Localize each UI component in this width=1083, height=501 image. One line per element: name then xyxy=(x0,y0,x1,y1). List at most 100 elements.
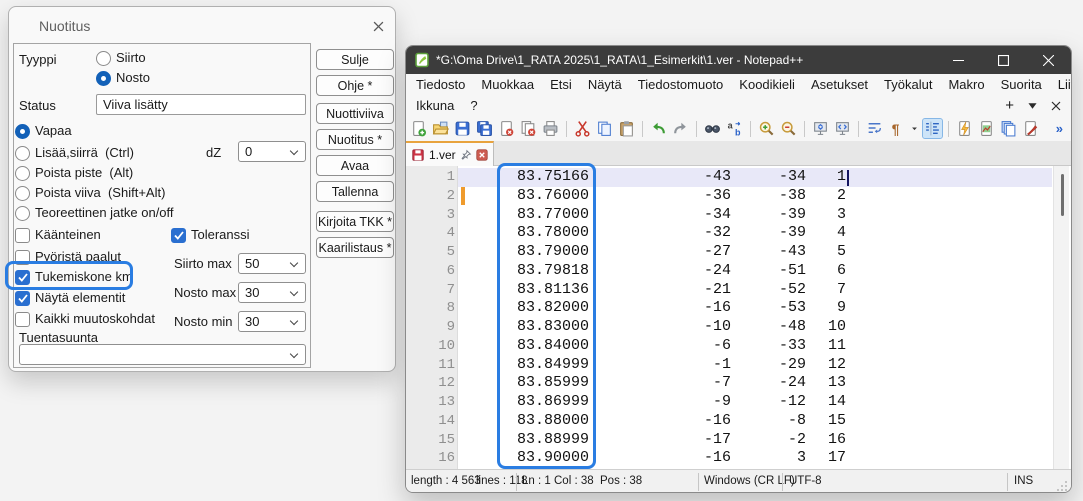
editor-line[interactable]: 83.84000-6-3311 xyxy=(458,337,1052,356)
open-folder-icon[interactable] xyxy=(431,119,450,138)
sync-vertical-icon[interactable] xyxy=(811,119,830,138)
nosto-max-combobox[interactable]: 30 xyxy=(238,282,306,303)
editor-line[interactable]: 83.79000-27-435 xyxy=(458,243,1052,262)
new-file-icon[interactable] xyxy=(409,119,428,138)
dz-combobox[interactable]: 0 xyxy=(238,141,306,162)
save-icon[interactable] xyxy=(453,119,472,138)
vertical-scrollbar[interactable] xyxy=(1053,166,1069,469)
type-radio-siirto[interactable] xyxy=(96,51,111,66)
menu-asetukset[interactable]: Asetukset xyxy=(803,74,876,95)
cut-icon[interactable] xyxy=(573,119,592,138)
editor-line[interactable]: 83.88999-17-216 xyxy=(458,431,1052,450)
type-radio-nosto[interactable] xyxy=(96,71,111,86)
checkbox-pyarista-paalut[interactable] xyxy=(15,250,30,265)
resize-grip-icon[interactable] xyxy=(1056,480,1068,492)
maximize-button[interactable] xyxy=(981,46,1026,74)
editor-line[interactable]: 83.78000-32-394 xyxy=(458,224,1052,243)
minimize-button[interactable] xyxy=(936,46,981,74)
editor-line[interactable]: 83.81136-21-527 xyxy=(458,281,1052,300)
line-number: 6 xyxy=(406,262,455,281)
menu-help[interactable]: ? xyxy=(462,95,485,116)
sync-horizontal-icon[interactable] xyxy=(833,119,852,138)
chars-dropdown-icon[interactable] xyxy=(909,119,920,138)
checkbox-nayta-elementit[interactable] xyxy=(15,291,30,306)
close-doc-icon[interactable] xyxy=(497,119,516,138)
status-field[interactable]: Viiva lisätty xyxy=(96,94,306,115)
show-all-chars-icon[interactable]: ¶ xyxy=(887,119,906,138)
zoom-in-icon[interactable] xyxy=(757,119,776,138)
nosto-min-combobox[interactable]: 30 xyxy=(238,311,306,332)
tuentasuunta-combobox[interactable] xyxy=(19,344,306,365)
status-insert-mode[interactable]: INS xyxy=(1014,475,1033,487)
menu-makro[interactable]: Makro xyxy=(940,74,992,95)
scrollbar-thumb[interactable] xyxy=(1061,174,1064,216)
editor-line[interactable]: 83.75166-43-341 xyxy=(458,168,1052,187)
menu-suorita[interactable]: Suorita xyxy=(993,74,1050,95)
menu-tyakalut[interactable]: Työkalut xyxy=(876,74,940,95)
tab-list-dropdown-icon[interactable] xyxy=(1028,102,1037,110)
checkbox-tukemiskone-km[interactable] xyxy=(15,270,30,285)
editor-line[interactable]: 83.82000-16-539 xyxy=(458,299,1052,318)
editor-line[interactable]: 83.83000-10-4810 xyxy=(458,318,1052,337)
editor-line[interactable]: 83.90000-16317 xyxy=(458,449,1052,468)
menu-tiedosto[interactable]: Tiedosto xyxy=(408,74,473,95)
editor-line[interactable]: 83.88000-16-815 xyxy=(458,412,1052,431)
siirto-max-combobox[interactable]: 50 xyxy=(238,253,306,274)
kirjoita-tkk-button[interactable]: Kirjoita TKK * xyxy=(316,211,394,232)
close-doc-icon[interactable] xyxy=(1051,101,1061,111)
find-icon[interactable] xyxy=(703,119,722,138)
word-wrap-icon[interactable] xyxy=(865,119,884,138)
plugin-chart-doc-icon[interactable] xyxy=(977,119,996,138)
plugin-lightning-doc-icon[interactable] xyxy=(955,119,974,138)
editor-line[interactable]: 83.79818-24-516 xyxy=(458,262,1052,281)
editor-line[interactable]: 83.86999-9-1214 xyxy=(458,393,1052,412)
checkbox-toleranssi[interactable] xyxy=(171,228,186,243)
tallenna-button[interactable]: Tallenna xyxy=(316,181,394,202)
sulje-button[interactable]: Sulje xyxy=(316,49,394,70)
mode-radio-lisaa-siirra-ctrl[interactable] xyxy=(15,146,30,161)
new-tab-plus-icon[interactable]: + xyxy=(1005,97,1014,114)
menu-etsi[interactable]: Etsi xyxy=(542,74,580,95)
editor-area[interactable]: 12345678910111213141516 83.75166-43-3418… xyxy=(406,166,1071,469)
menu-muokkaa[interactable]: Muokkaa xyxy=(473,74,542,95)
menu-nayta[interactable]: Näytä xyxy=(580,74,630,95)
plugin-doc-stack-icon[interactable] xyxy=(999,119,1018,138)
paste-icon[interactable] xyxy=(617,119,636,138)
save-all-icon[interactable] xyxy=(475,119,494,138)
print-icon[interactable] xyxy=(541,119,560,138)
undo-icon[interactable] xyxy=(649,119,668,138)
menu-koodikieli[interactable]: Koodikieli xyxy=(731,74,803,95)
redo-icon[interactable] xyxy=(671,119,690,138)
nuotitus-button[interactable]: Nuotitus * xyxy=(316,129,394,150)
replace-icon[interactable]: ab xyxy=(725,119,744,138)
kaarilistaus-button[interactable]: Kaarilistaus * xyxy=(316,237,394,258)
editor-line[interactable]: 83.84999-1-2912 xyxy=(458,356,1052,375)
ohje-button[interactable]: Ohje * xyxy=(316,75,394,96)
close-tab-icon[interactable] xyxy=(476,149,488,161)
npp-titlebar[interactable]: *G:\Oma Drive\1_RATA 2025\1_RATA\1_Esime… xyxy=(406,46,1071,74)
close-all-docs-icon[interactable] xyxy=(519,119,538,138)
zoom-out-icon[interactable] xyxy=(779,119,798,138)
editor-line[interactable]: 83.85999-7-2413 xyxy=(458,374,1052,393)
mode-radio-vapaa[interactable] xyxy=(15,124,30,139)
close-button[interactable] xyxy=(1026,46,1071,74)
menu-liitannaiset[interactable]: Liitännäiset xyxy=(1050,74,1072,95)
mode-radio-teoreettinen-jatke-on-off[interactable] xyxy=(15,206,30,221)
editor-line[interactable]: 83.77000-34-393 xyxy=(458,206,1052,225)
indent-guide-icon[interactable] xyxy=(923,119,942,138)
plugin-pen-doc-icon[interactable] xyxy=(1021,119,1040,138)
mode-radio-poista-piste-alt[interactable] xyxy=(15,166,30,181)
checkbox-kaikki-muutoskohdat[interactable] xyxy=(15,312,30,327)
toolbar-overflow-icon[interactable]: » xyxy=(1056,121,1063,136)
checkbox-kaanteinen[interactable] xyxy=(15,228,30,243)
mode-radio-poista-viiva-shift-alt[interactable] xyxy=(15,186,30,201)
tab-1ver[interactable]: 1.ver xyxy=(406,141,494,166)
editor-line[interactable]: 83.76000-36-382 xyxy=(458,187,1052,206)
pin-tab-icon[interactable] xyxy=(460,149,472,161)
menu-ikkuna[interactable]: Ikkuna xyxy=(408,95,462,116)
menu-tiedostomuoto[interactable]: Tiedostomuoto xyxy=(630,74,732,95)
dialog-close-button[interactable] xyxy=(369,17,387,35)
nuottiviiva-button[interactable]: Nuottiviiva xyxy=(316,103,394,124)
copy-icon[interactable] xyxy=(595,119,614,138)
avaa-button[interactable]: Avaa xyxy=(316,155,394,176)
